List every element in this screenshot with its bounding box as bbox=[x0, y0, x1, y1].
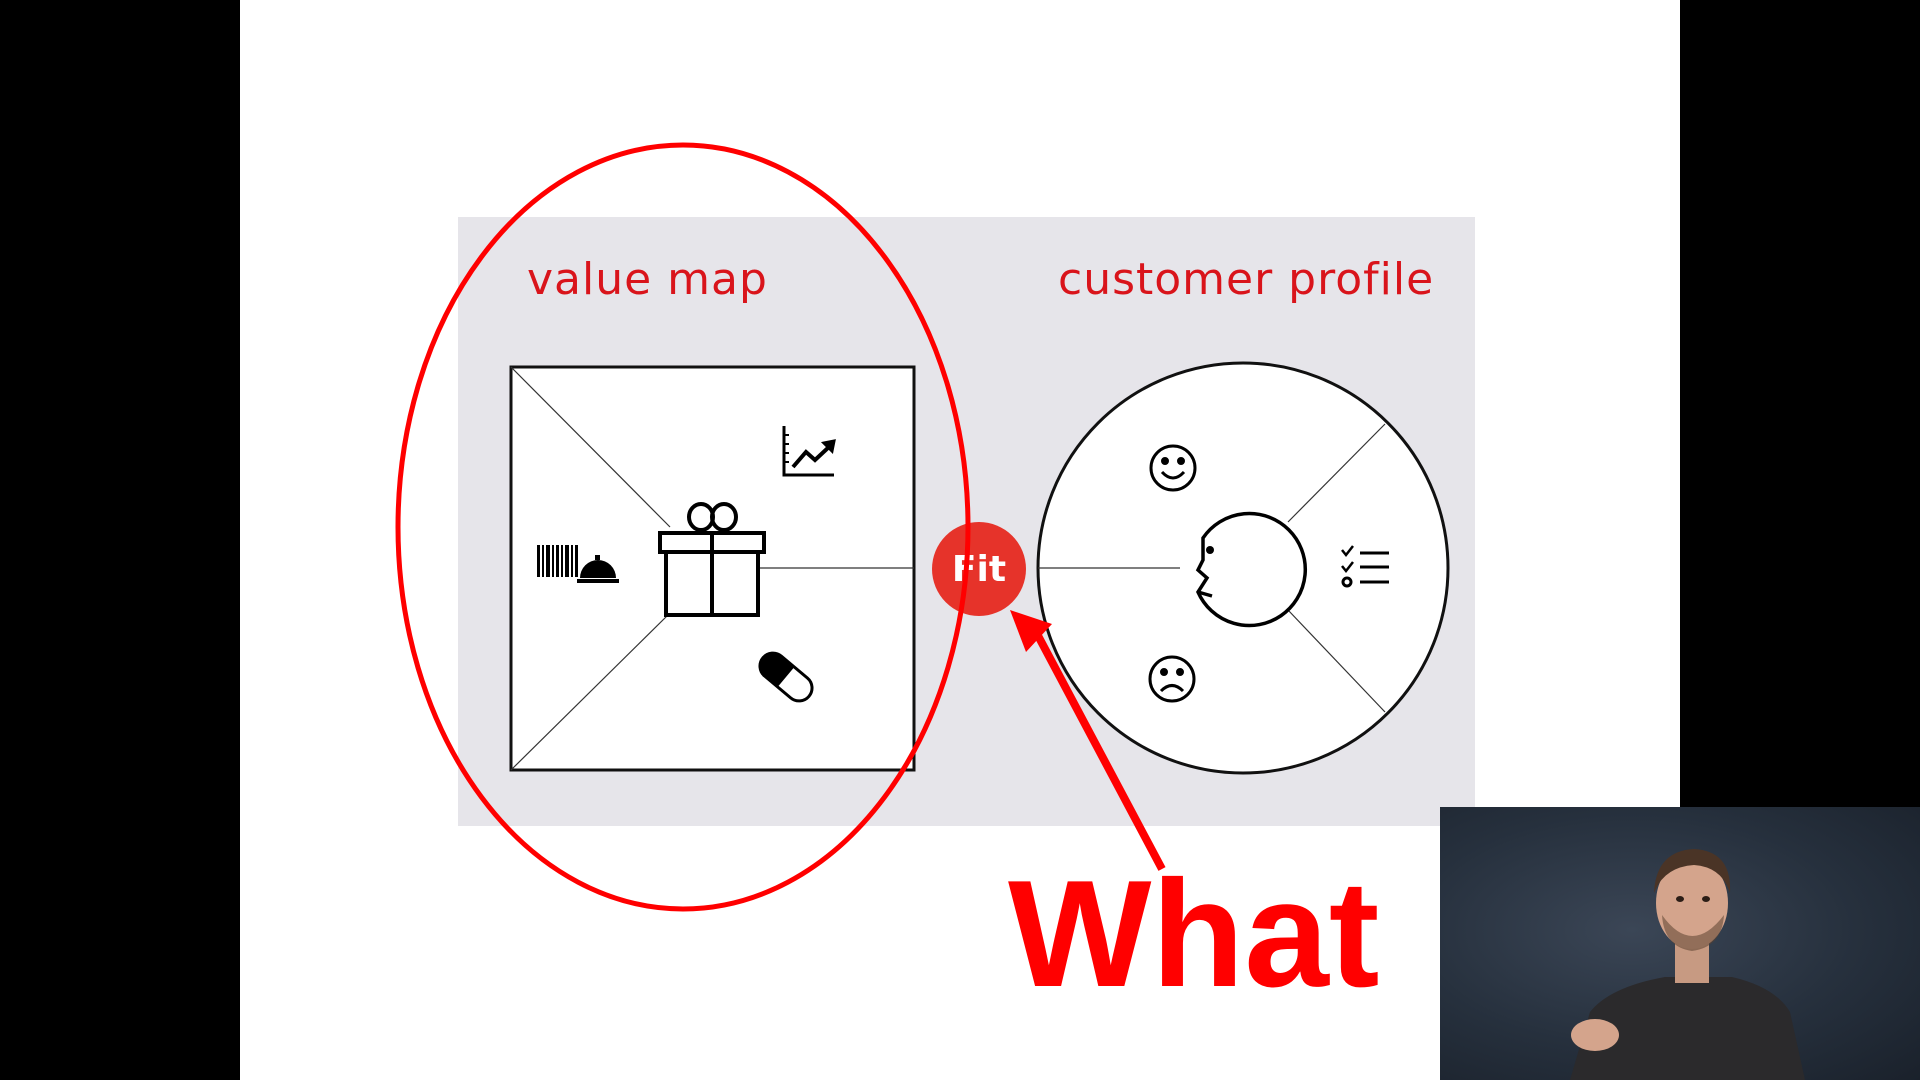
annotation-text: What bbox=[1008, 849, 1380, 1019]
annotation-arrow-shaft bbox=[1031, 628, 1166, 871]
presenter-figure bbox=[1570, 849, 1805, 1080]
highlight-ellipse bbox=[395, 142, 971, 912]
presenter-webcam bbox=[1440, 807, 1920, 1080]
